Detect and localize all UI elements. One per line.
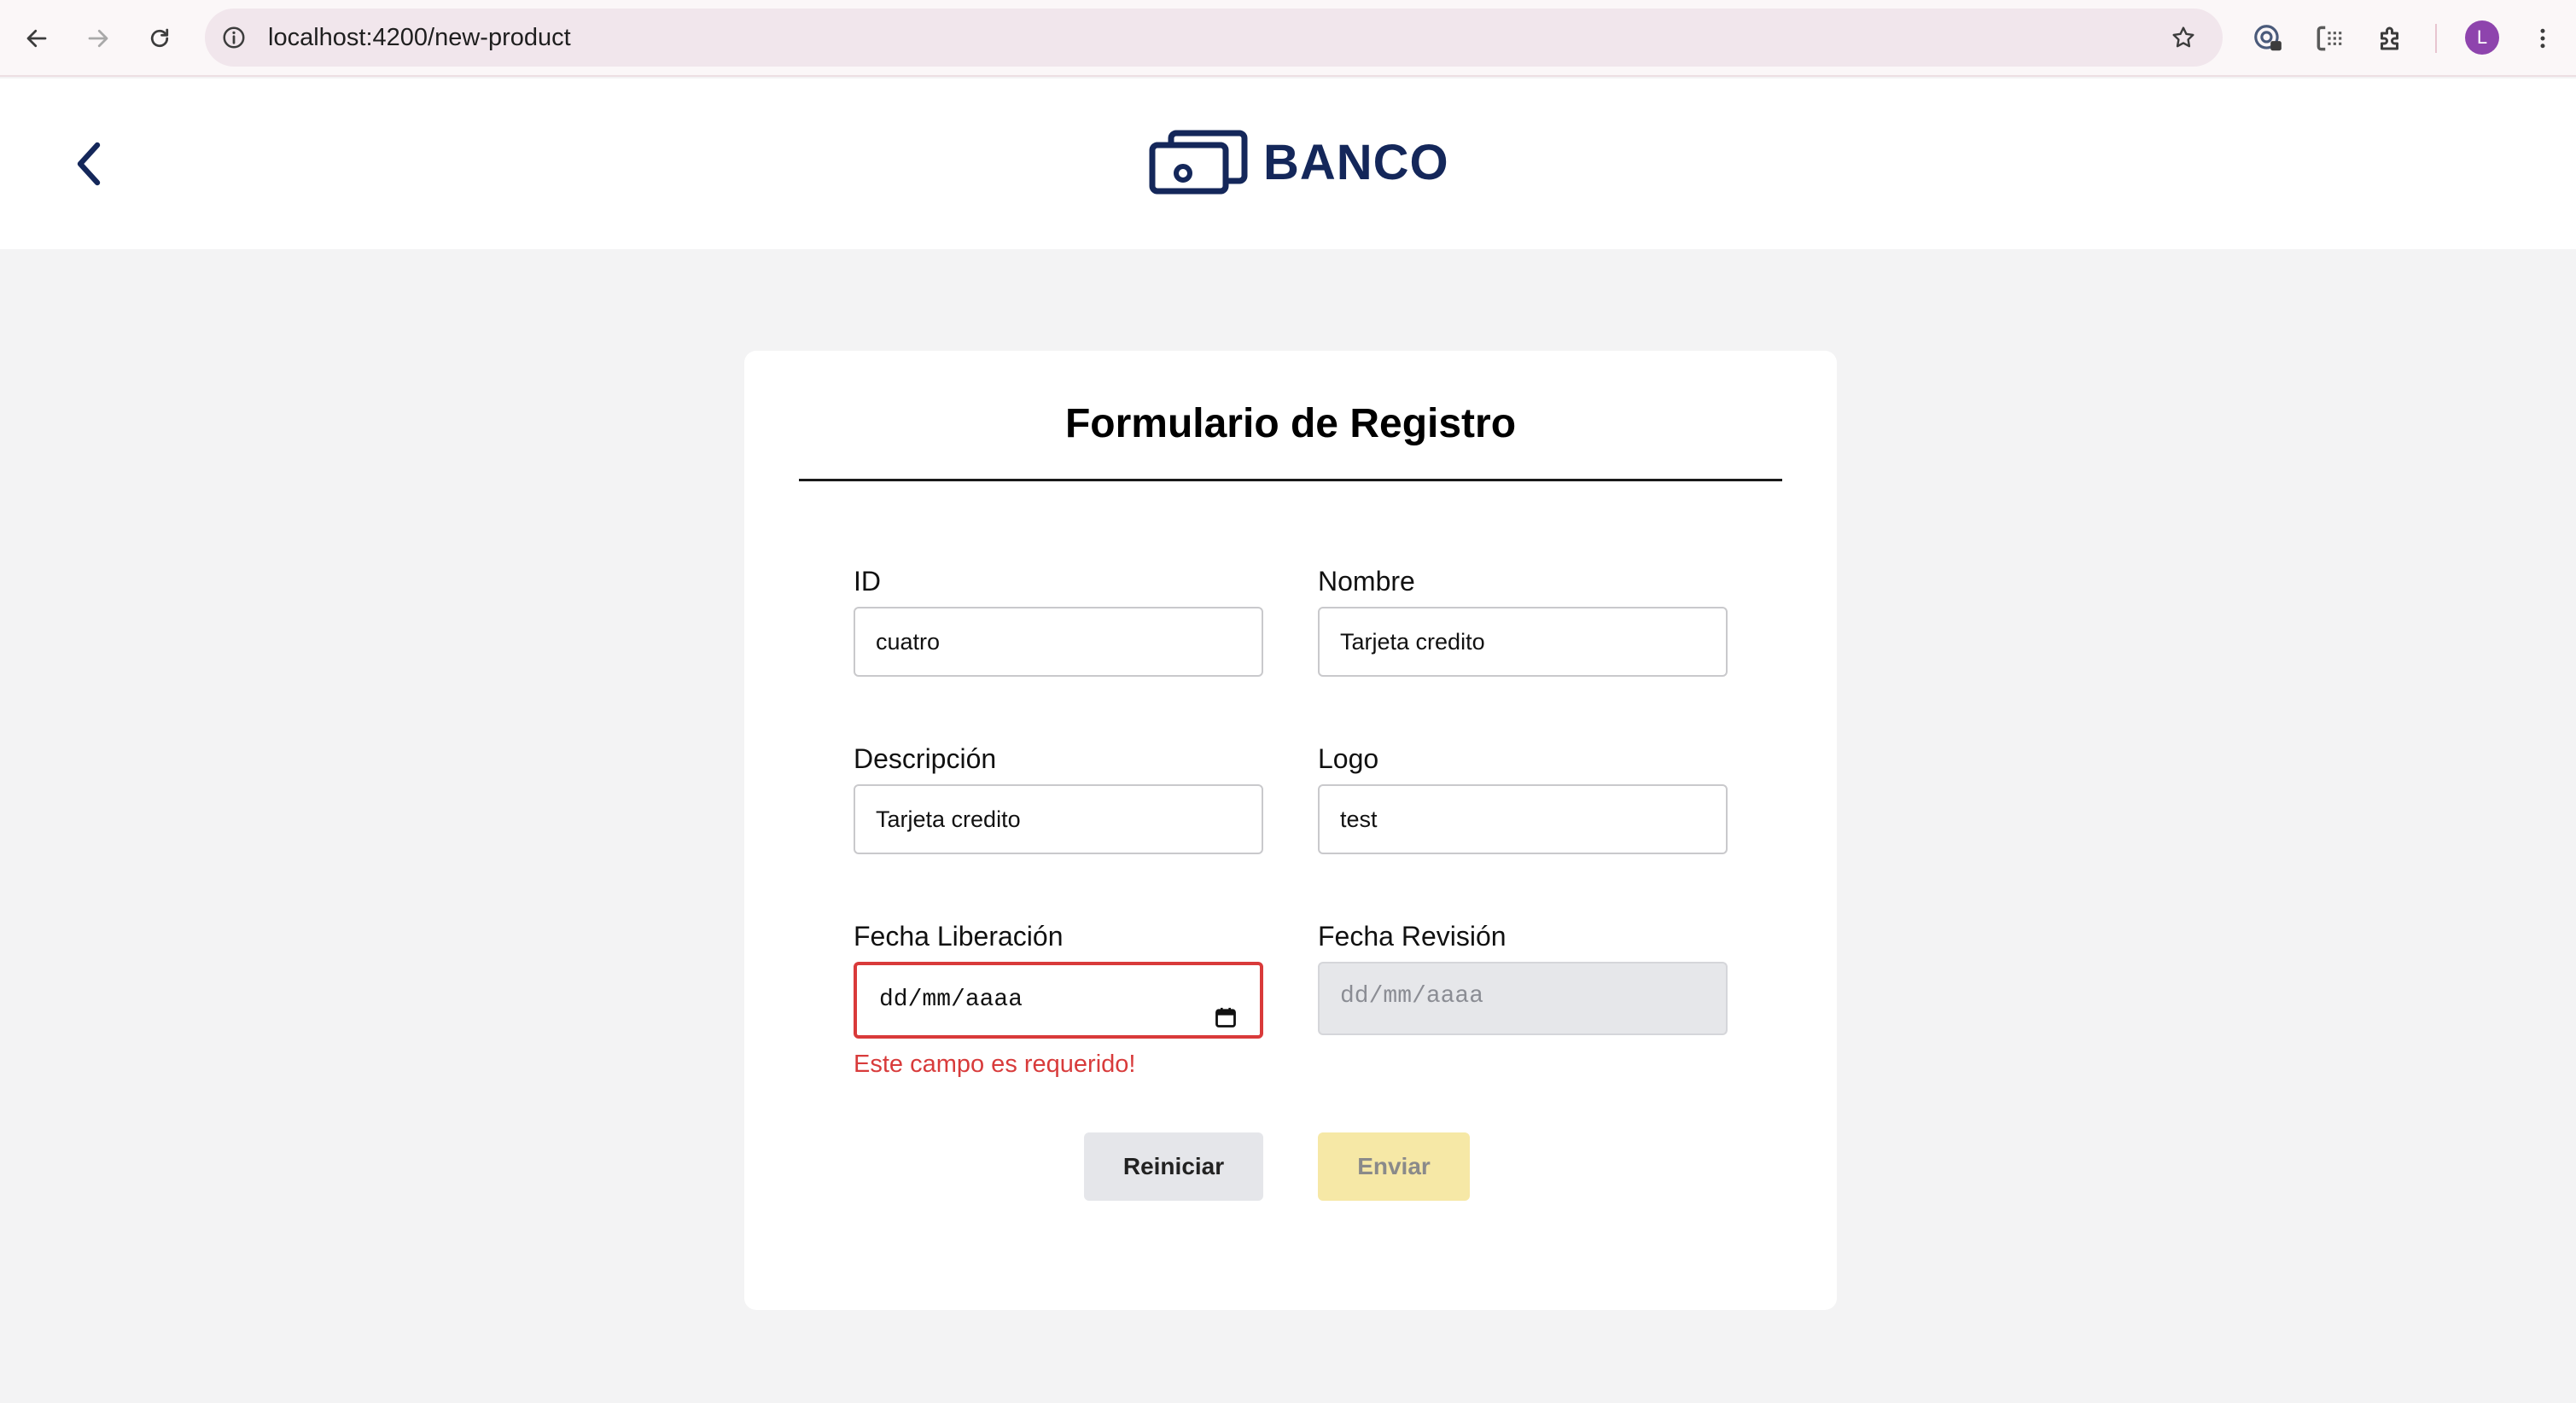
fecha-revision-label: Fecha Revisión — [1318, 921, 1507, 952]
nombre-label: Nombre — [1318, 566, 1415, 597]
reset-button[interactable]: Reiniciar — [1084, 1132, 1263, 1201]
logo-label: Logo — [1318, 743, 1379, 774]
field-nombre: Nombre Tarjeta credito — [1318, 564, 1728, 677]
field-descripcion: Descripción Tarjeta credito — [854, 742, 1263, 854]
extensions-puzzle-icon[interactable] — [2371, 19, 2410, 58]
fecha-revision-input: dd/mm/aaaa — [1318, 962, 1728, 1035]
field-fecha-revision: Fecha Revisión dd/mm/aaaa — [1318, 919, 1728, 1035]
descripcion-label: Descripción — [854, 743, 997, 774]
descripcion-input[interactable]: Tarjeta credito — [854, 784, 1263, 854]
forward-arrow-icon[interactable] — [79, 19, 118, 58]
logo-input[interactable]: test — [1318, 784, 1728, 854]
field-fecha-liberacion: Fecha Liberación dd/mm/aaaa Este campo e… — [854, 919, 1263, 1079]
fecha-liberacion-label: Fecha Liberación — [854, 921, 1064, 952]
field-id: ID cuatro — [854, 564, 1263, 677]
id-input[interactable]: cuatro — [854, 607, 1263, 677]
bookmark-star-icon[interactable] — [2166, 20, 2200, 55]
url-text[interactable]: localhost:4200/new-product — [268, 9, 571, 67]
fecha-liberacion-input[interactable]: dd/mm/aaaa — [854, 962, 1263, 1039]
id-label: ID — [854, 566, 881, 597]
registration-card: Formulario de Registro ID cuatro Nombre … — [744, 351, 1837, 1310]
app-header: BANCO — [0, 79, 2576, 249]
password-extension-icon[interactable] — [2248, 19, 2288, 58]
back-chevron-icon[interactable] — [65, 135, 113, 193]
brand-logo: BANCO — [1149, 126, 1449, 198]
fecha-liberacion-error: Este campo es requerido! — [854, 1051, 1136, 1078]
calendar-icon[interactable] — [1214, 989, 1238, 1028]
submit-button[interactable]: Enviar — [1318, 1132, 1470, 1201]
nombre-input[interactable]: Tarjeta credito — [1318, 607, 1728, 677]
brand-name: BANCO — [1263, 134, 1449, 190]
address-bar[interactable]: localhost:4200/new-product — [205, 9, 2223, 67]
back-arrow-icon[interactable] — [17, 19, 56, 58]
code-extension-icon[interactable] — [2310, 19, 2349, 58]
title-divider — [799, 479, 1782, 481]
fecha-liberacion-placeholder: dd/mm/aaaa — [879, 987, 1023, 1013]
browser-toolbar: localhost:4200/new-product L — [0, 0, 2576, 77]
site-info-icon[interactable] — [217, 20, 251, 55]
profile-avatar[interactable]: L — [2465, 20, 2499, 55]
field-logo: Logo test — [1318, 742, 1728, 854]
toolbar-divider — [2435, 24, 2437, 53]
reload-icon[interactable] — [140, 19, 179, 58]
form-title: Formulario de Registro — [1064, 401, 1517, 446]
money-icon — [1149, 130, 1248, 195]
kebab-menu-icon[interactable] — [2523, 19, 2562, 58]
